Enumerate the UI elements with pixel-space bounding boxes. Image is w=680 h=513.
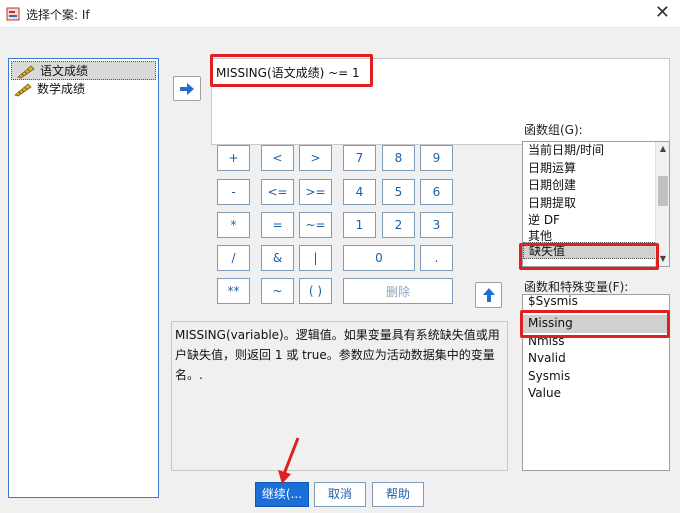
key-3[interactable]: 3 bbox=[420, 212, 453, 238]
key-0[interactable]: 0 bbox=[343, 245, 415, 271]
function-group-item[interactable]: 日期运算 bbox=[523, 160, 669, 178]
function-group-item-missing[interactable]: 缺失值 bbox=[523, 241, 669, 259]
app-icon bbox=[6, 7, 20, 21]
scroll-down-icon[interactable]: ▼ bbox=[656, 252, 669, 266]
function-group-item[interactable]: 日期提取 bbox=[523, 195, 669, 213]
variable-list[interactable]: 语文成绩 数学成绩 bbox=[8, 58, 159, 498]
key-5[interactable]: 5 bbox=[382, 179, 415, 205]
arrow-right-icon bbox=[180, 82, 194, 95]
arrow-up-icon bbox=[482, 288, 495, 302]
key-plus[interactable]: + bbox=[217, 145, 250, 171]
function-group-label: 函数组(G): bbox=[524, 123, 583, 137]
key-6[interactable]: 6 bbox=[420, 179, 453, 205]
function-item-missing[interactable]: Missing bbox=[523, 315, 669, 333]
key-less-equal[interactable]: <= bbox=[261, 179, 294, 205]
key-8[interactable]: 8 bbox=[382, 145, 415, 171]
variable-item[interactable]: 数学成绩 bbox=[9, 80, 158, 99]
functions-list[interactable]: $Sysmis Missing Nmiss Nvalid Sysmis Valu… bbox=[522, 294, 670, 471]
key-4[interactable]: 4 bbox=[343, 179, 376, 205]
key-2[interactable]: 2 bbox=[382, 212, 415, 238]
key-greater-than[interactable]: > bbox=[299, 145, 332, 171]
key-minus[interactable]: - bbox=[217, 179, 250, 205]
function-group-list[interactable]: 当前日期/时间 日期运算 日期创建 日期提取 逆 DF 其他 缺失值 ▲ ▼ bbox=[522, 141, 670, 267]
function-description: MISSING(variable)。逻辑值。如果变量具有系统缺失值或用户缺失值，… bbox=[171, 321, 508, 471]
function-group-item[interactable]: 逆 DF bbox=[523, 212, 669, 230]
delete-button[interactable]: 删除 bbox=[343, 278, 453, 304]
function-item[interactable]: Sysmis bbox=[523, 368, 669, 386]
variable-item[interactable]: 语文成绩 bbox=[11, 61, 156, 80]
expression-text: MISSING(语文成绩) ~= 1 bbox=[216, 66, 360, 80]
function-group-item[interactable]: 当前日期/时间 bbox=[523, 142, 669, 160]
key-not[interactable]: ~ bbox=[261, 278, 294, 304]
key-greater-equal[interactable]: >= bbox=[299, 179, 332, 205]
function-item[interactable]: Nmiss bbox=[523, 333, 669, 351]
close-icon[interactable]: ✕ bbox=[655, 3, 670, 23]
scroll-thumb[interactable] bbox=[658, 176, 668, 206]
variable-label: 数学成绩 bbox=[37, 82, 86, 96]
variable-label: 语文成绩 bbox=[40, 64, 89, 78]
key-or[interactable]: | bbox=[299, 245, 332, 271]
scroll-up-icon[interactable]: ▲ bbox=[656, 142, 669, 156]
help-button[interactable]: 帮助 bbox=[372, 482, 424, 507]
continue-button[interactable]: 继续(... bbox=[255, 482, 309, 507]
key-parentheses[interactable]: ( ) bbox=[299, 278, 332, 304]
move-variable-button[interactable] bbox=[173, 76, 201, 101]
key-divide[interactable]: / bbox=[217, 245, 250, 271]
scale-variable-icon bbox=[14, 83, 32, 97]
insert-function-button[interactable] bbox=[475, 282, 502, 308]
key-decimal[interactable]: . bbox=[420, 245, 453, 271]
functions-label: 函数和特殊变量(F): bbox=[524, 280, 629, 294]
key-not-equal[interactable]: ~= bbox=[299, 212, 332, 238]
function-group-item[interactable]: 日期创建 bbox=[523, 177, 669, 195]
key-multiply[interactable]: * bbox=[217, 212, 250, 238]
title-bar: 选择个案: If ✕ bbox=[0, 0, 680, 28]
scale-variable-icon bbox=[17, 65, 35, 79]
key-7[interactable]: 7 bbox=[343, 145, 376, 171]
function-group-item[interactable]: 其他 bbox=[523, 230, 669, 242]
function-item[interactable]: Nvalid bbox=[523, 350, 669, 368]
description-text: MISSING(variable)。逻辑值。如果变量具有系统缺失值或用户缺失值，… bbox=[175, 328, 500, 382]
key-1[interactable]: 1 bbox=[343, 212, 376, 238]
window-title: 选择个案: If bbox=[26, 8, 90, 22]
key-and[interactable]: & bbox=[261, 245, 294, 271]
function-item[interactable]: $Sysmis bbox=[523, 295, 669, 307]
function-group-scrollbar[interactable]: ▲ ▼ bbox=[655, 142, 669, 266]
expression-textarea[interactable]: MISSING(语文成绩) ~= 1 bbox=[211, 58, 670, 145]
key-equal[interactable]: = bbox=[261, 212, 294, 238]
function-item[interactable]: Value bbox=[523, 385, 669, 403]
cancel-button[interactable]: 取消 bbox=[314, 482, 366, 507]
key-9[interactable]: 9 bbox=[420, 145, 453, 171]
key-less-than[interactable]: < bbox=[261, 145, 294, 171]
key-power[interactable]: ** bbox=[217, 278, 250, 304]
